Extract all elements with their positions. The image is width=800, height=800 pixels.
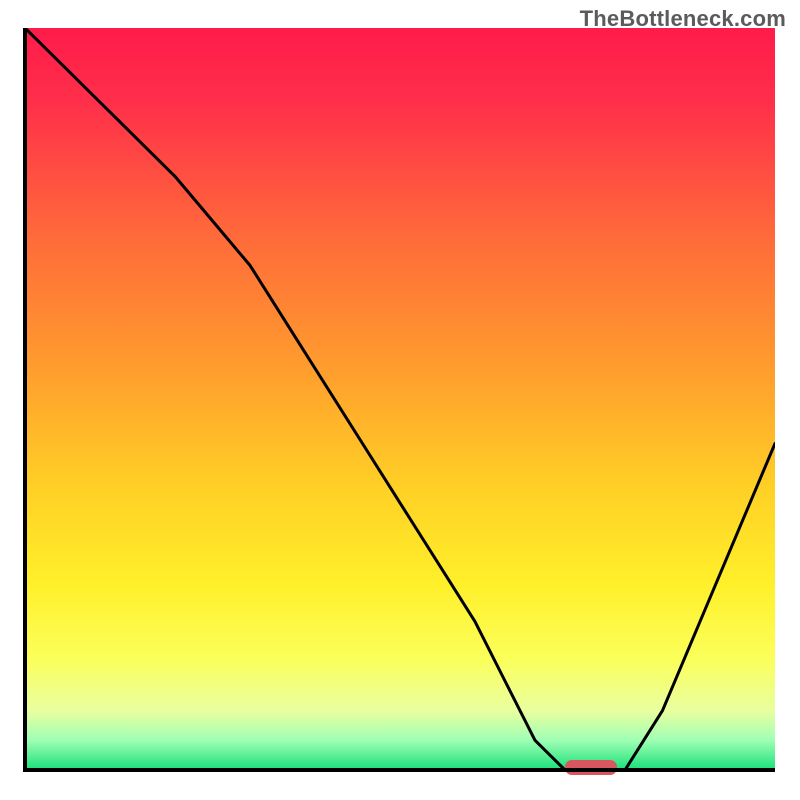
bottleneck-chart bbox=[0, 0, 800, 800]
optimum-marker bbox=[565, 760, 617, 775]
watermark-text: TheBottleneck.com bbox=[580, 6, 786, 32]
